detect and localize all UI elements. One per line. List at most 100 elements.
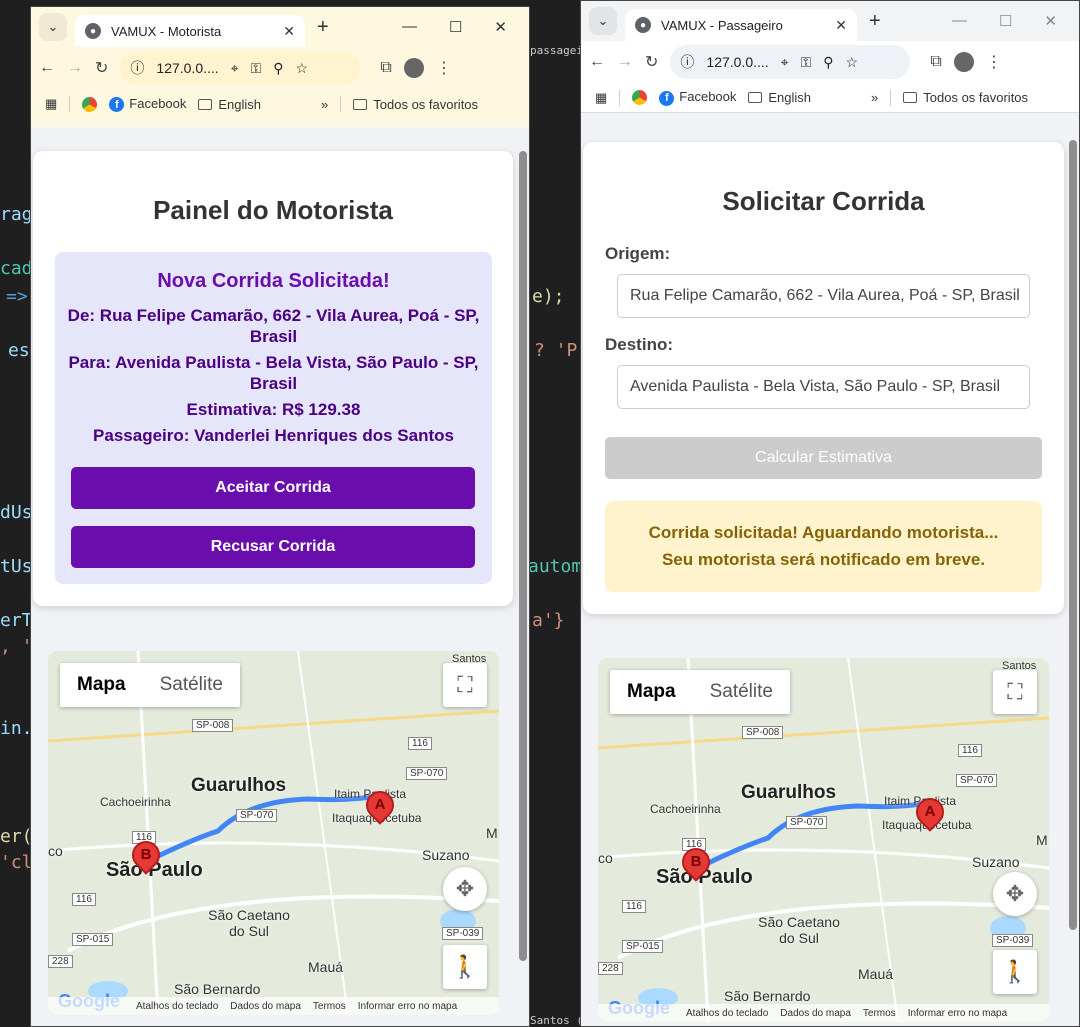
- marker-label: B: [140, 846, 152, 863]
- tab-search-button[interactable]: ⌄: [39, 13, 67, 41]
- browser-tab[interactable]: ● VAMUX - Motorista ✕: [75, 15, 305, 47]
- bookmark-label: Facebook: [129, 95, 187, 111]
- more-bookmarks-icon[interactable]: »: [321, 97, 328, 112]
- fullscreen-icon[interactable]: ⛶: [443, 663, 487, 707]
- destination-input[interactable]: Avenida Paulista - Bela Vista, São Paulo…: [617, 365, 1030, 409]
- tab-title: VAMUX - Motorista: [111, 23, 222, 39]
- maximize-button[interactable]: ☐: [449, 18, 462, 36]
- road-shield: 116: [408, 737, 432, 750]
- menu-icon[interactable]: ⋮: [986, 52, 1002, 72]
- location-icon[interactable]: ⌖: [231, 60, 239, 77]
- location-icon[interactable]: ⌖: [781, 54, 789, 71]
- zoom-icon[interactable]: ⚲: [273, 60, 283, 77]
- back-icon[interactable]: ←: [589, 53, 605, 71]
- map-footer-link[interactable]: Termos: [863, 1008, 896, 1019]
- key-icon[interactable]: ⚿: [251, 60, 262, 77]
- close-window-button[interactable]: ✕: [1044, 12, 1057, 30]
- close-window-button[interactable]: ✕: [494, 18, 507, 36]
- bookmarks-bar: ▦ f Facebook English » Todos os favoritos: [581, 83, 1079, 113]
- map-footer-link[interactable]: Atalhos do teclado: [136, 1001, 218, 1012]
- map-footer-link[interactable]: Atalhos do teclado: [686, 1008, 768, 1019]
- editor-fragment: in.: [0, 718, 33, 739]
- forward-icon[interactable]: →: [67, 59, 83, 77]
- scrollbar[interactable]: [519, 151, 527, 961]
- address-bar[interactable]: ⓘ 127.0.0.... ⌖ ⚿ ⚲ ☆: [120, 51, 361, 85]
- extensions-icon[interactable]: ⧉: [380, 59, 391, 77]
- pan-control-icon[interactable]: ✥: [993, 872, 1037, 916]
- bookmark-facebook[interactable]: f Facebook: [109, 96, 186, 113]
- editor-fragment: erT: [0, 610, 33, 631]
- bookmark-english[interactable]: English: [748, 90, 811, 105]
- zoom-icon[interactable]: ⚲: [823, 54, 833, 71]
- reject-ride-button[interactable]: Recusar Corrida: [71, 526, 475, 568]
- star-icon[interactable]: ☆: [846, 54, 859, 71]
- marker-label: B: [690, 853, 702, 870]
- street-view-icon[interactable]: 🚶: [993, 950, 1037, 994]
- bookmark-english[interactable]: English: [198, 97, 261, 112]
- bookmark-facebook[interactable]: f Facebook: [659, 89, 736, 106]
- minimize-button[interactable]: —: [952, 12, 967, 30]
- calculate-estimate-button[interactable]: Calcular Estimativa: [605, 437, 1042, 479]
- place-label: co: [48, 843, 63, 859]
- map-footer-link[interactable]: Termos: [313, 1001, 346, 1012]
- route-map[interactable]: Mapa Satélite ⛶ ✥ 🚶 Guarulhos São Paulo …: [598, 658, 1049, 1022]
- fullscreen-icon[interactable]: ⛶: [993, 670, 1037, 714]
- editor-fragment: cad: [0, 258, 33, 279]
- reload-icon[interactable]: ↻: [95, 58, 108, 78]
- extensions-icon[interactable]: ⧉: [930, 53, 941, 71]
- avatar[interactable]: [403, 58, 424, 78]
- origin-input[interactable]: Rua Felipe Camarão, 662 - Vila Aurea, Po…: [617, 274, 1030, 318]
- new-tab-button[interactable]: +: [317, 16, 329, 39]
- apps-icon[interactable]: ▦: [45, 96, 57, 112]
- more-bookmarks-icon[interactable]: »: [871, 90, 878, 105]
- place-label: São Bernardo: [724, 988, 811, 1004]
- site-info-icon[interactable]: ⓘ: [130, 58, 144, 78]
- map-type-satellite[interactable]: Satélite: [692, 670, 790, 714]
- star-icon[interactable]: ☆: [296, 60, 309, 77]
- map-type-map[interactable]: Mapa: [60, 663, 143, 707]
- reload-icon[interactable]: ↻: [645, 52, 658, 72]
- map-type-map[interactable]: Mapa: [610, 670, 693, 714]
- editor-fragment: dUs: [0, 502, 33, 523]
- road-shield: SP-070: [956, 774, 998, 787]
- road-shield: SP-015: [622, 940, 664, 953]
- map-footer-link[interactable]: Dados do mapa: [780, 1008, 851, 1019]
- chrome-icon[interactable]: [632, 90, 648, 105]
- accept-ride-button[interactable]: Aceitar Corrida: [71, 467, 475, 509]
- close-tab-icon[interactable]: ✕: [283, 23, 295, 40]
- globe-icon: ●: [85, 23, 101, 39]
- scrollbar[interactable]: [1069, 140, 1077, 930]
- all-bookmarks[interactable]: Todos os favoritos: [353, 97, 478, 112]
- map-type-satellite[interactable]: Satélite: [142, 663, 240, 707]
- site-info-icon[interactable]: ⓘ: [680, 52, 694, 72]
- address-bar[interactable]: ⓘ 127.0.0.... ⌖ ⚿ ⚲ ☆: [670, 45, 911, 79]
- key-icon[interactable]: ⚿: [801, 54, 812, 71]
- editor-fragment: 'cl: [0, 852, 33, 873]
- map-footer: Atalhos do teclado Dados do mapa Termos …: [598, 1004, 1049, 1022]
- route-map[interactable]: Mapa Satélite ⛶ ✥ 🚶 Guarulhos São Paulo …: [48, 651, 499, 1015]
- editor-fragment: e);: [532, 286, 565, 307]
- close-tab-icon[interactable]: ✕: [835, 17, 847, 34]
- back-icon[interactable]: ←: [39, 59, 55, 77]
- maximize-button[interactable]: ☐: [999, 12, 1012, 30]
- marker-label: A: [924, 803, 936, 820]
- place-label: São Caetano do Sul: [758, 914, 840, 946]
- map-footer-link[interactable]: Informar erro no mapa: [908, 1008, 1008, 1019]
- chrome-icon[interactable]: [82, 96, 98, 112]
- new-tab-button[interactable]: +: [869, 10, 881, 33]
- map-footer-link[interactable]: Dados do mapa: [230, 1001, 301, 1012]
- street-view-icon[interactable]: 🚶: [443, 945, 487, 989]
- browser-tab[interactable]: ● VAMUX - Passageiro ✕: [625, 9, 857, 41]
- road-shield: SP-008: [192, 719, 234, 732]
- pan-control-icon[interactable]: ✥: [443, 867, 487, 911]
- place-label: Guarulhos: [741, 782, 837, 803]
- map-footer-link[interactable]: Informar erro no mapa: [358, 1001, 458, 1012]
- tab-search-button[interactable]: ⌄: [589, 7, 617, 35]
- all-bookmarks[interactable]: Todos os favoritos: [903, 90, 1028, 105]
- minimize-button[interactable]: —: [402, 18, 417, 36]
- driver-panel: Painel do Motorista Nova Corrida Solicit…: [33, 151, 513, 606]
- menu-icon[interactable]: ⋮: [436, 58, 452, 78]
- avatar[interactable]: [953, 52, 974, 72]
- apps-icon[interactable]: ▦: [595, 90, 607, 106]
- forward-icon[interactable]: →: [617, 53, 633, 71]
